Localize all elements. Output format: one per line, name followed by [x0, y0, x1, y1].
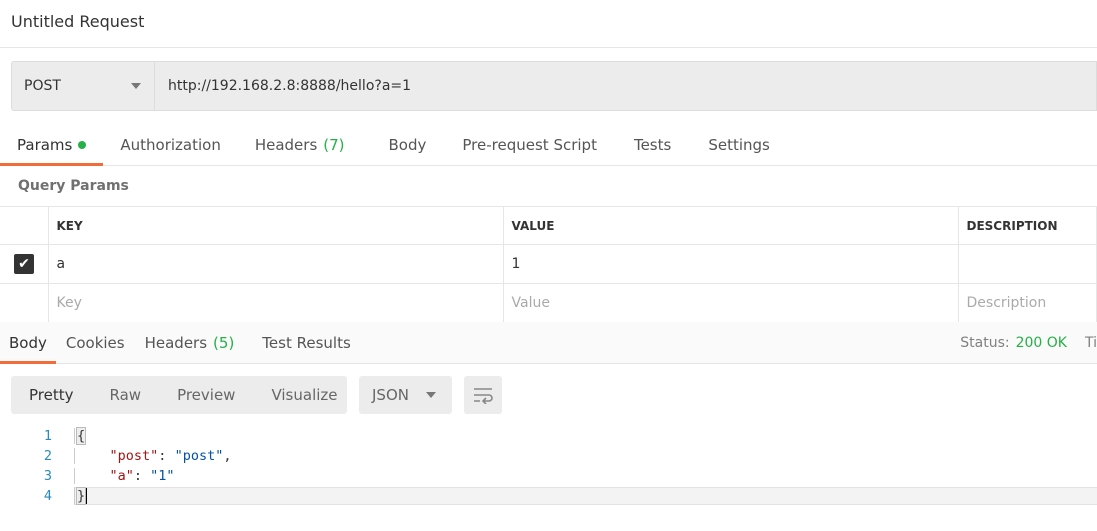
- text-cursor: [85, 488, 88, 504]
- tab-label: Cookies: [65, 333, 125, 352]
- tab-label: Body: [388, 135, 427, 154]
- raw-button[interactable]: Raw: [92, 386, 160, 404]
- time-label: Ti: [1084, 335, 1097, 351]
- table-row: ✔ a 1: [0, 244, 1097, 284]
- tab-label: Body: [9, 333, 47, 352]
- wrap-icon: [474, 388, 493, 404]
- tab-label: Settings: [708, 135, 770, 154]
- chevron-down-icon: [426, 392, 436, 398]
- json-value: "1": [150, 468, 175, 484]
- response-status: Status: 200 OK Ti: [960, 322, 1097, 364]
- tab-pre-request-script[interactable]: Pre-request Script: [445, 124, 614, 165]
- param-value[interactable]: 1: [502, 244, 959, 284]
- format-value: JSON: [372, 386, 409, 404]
- tab-label: Test Results: [262, 333, 351, 352]
- param-description[interactable]: [957, 244, 1097, 284]
- method-value: POST: [24, 78, 61, 94]
- checkbox-checked-icon[interactable]: ✔: [14, 254, 34, 274]
- view-mode-group: Pretty Raw Preview Visualize: [11, 376, 347, 414]
- tab-label: Pre-request Script: [462, 135, 597, 154]
- tab-response-headers[interactable]: Headers (5): [135, 322, 253, 363]
- query-params-title: Query Params: [18, 178, 129, 194]
- response-body-editor[interactable]: 1{ 2 "post": "post", 3 "a": "1" 4}: [0, 426, 1097, 506]
- pretty-button[interactable]: Pretty: [11, 386, 92, 404]
- json-value: "post": [174, 448, 224, 464]
- column-key: KEY: [47, 206, 504, 245]
- tab-label: Authorization: [120, 135, 221, 154]
- tab-authorization[interactable]: Authorization: [103, 124, 237, 165]
- wrap-lines-button[interactable]: [464, 376, 502, 414]
- request-title: Untitled Request: [11, 12, 145, 31]
- chevron-down-icon: [131, 83, 141, 89]
- json-key: "a": [109, 468, 134, 484]
- method-select[interactable]: POST: [12, 62, 155, 110]
- tab-response-body[interactable]: Body: [0, 322, 56, 364]
- tab-tests[interactable]: Tests: [614, 124, 691, 165]
- tab-label: Headers: [254, 135, 318, 154]
- table-row-new: Key Value Description: [0, 283, 1097, 323]
- status-label: Status:: [960, 335, 1010, 351]
- tab-count: (7): [323, 135, 345, 154]
- query-params-table: KEY VALUE DESCRIPTION ✔ a 1 Key Value De…: [0, 206, 1097, 323]
- request-tabs: Params Authorization Headers (7) Body Pre…: [0, 124, 1097, 166]
- visualize-button[interactable]: Visualize: [253, 386, 355, 404]
- status-value: 200 OK: [1015, 335, 1067, 351]
- divider: [0, 47, 1097, 48]
- response-tabs: Body Cookies Headers (5) Test Results: [0, 322, 1097, 364]
- format-select[interactable]: JSON: [359, 376, 452, 414]
- line-number: 3: [43, 468, 52, 484]
- value-input[interactable]: Value: [502, 283, 959, 323]
- url-input[interactable]: http://192.168.2.8:8888/hello?a=1: [155, 62, 411, 110]
- tab-cookies[interactable]: Cookies: [56, 322, 135, 363]
- tab-label: Headers: [144, 333, 208, 352]
- key-input[interactable]: Key: [47, 283, 504, 323]
- column-value: VALUE: [502, 206, 959, 245]
- request-bar: POST http://192.168.2.8:8888/hello?a=1: [11, 61, 1097, 111]
- line-number: 4: [43, 488, 52, 504]
- status-dot-icon: [78, 140, 87, 149]
- tab-label: Tests: [633, 135, 672, 154]
- param-key[interactable]: a: [47, 244, 504, 284]
- tab-headers[interactable]: Headers (7): [238, 124, 367, 165]
- code-token: }: [75, 487, 87, 505]
- tab-params[interactable]: Params: [0, 124, 104, 166]
- description-input[interactable]: Description: [957, 283, 1097, 323]
- column-description: DESCRIPTION: [957, 206, 1097, 245]
- tab-label: Params: [17, 135, 73, 154]
- tab-count: (5): [213, 333, 235, 352]
- tab-body[interactable]: Body: [367, 124, 446, 165]
- table-header: KEY VALUE DESCRIPTION: [0, 206, 1097, 245]
- tab-settings[interactable]: Settings: [691, 124, 787, 165]
- tab-test-results[interactable]: Test Results: [252, 322, 360, 363]
- line-number: 2: [43, 448, 52, 464]
- line-number: 1: [43, 428, 52, 444]
- code-token: {: [75, 427, 87, 445]
- preview-button[interactable]: Preview: [159, 386, 253, 404]
- json-key: "post": [109, 448, 159, 464]
